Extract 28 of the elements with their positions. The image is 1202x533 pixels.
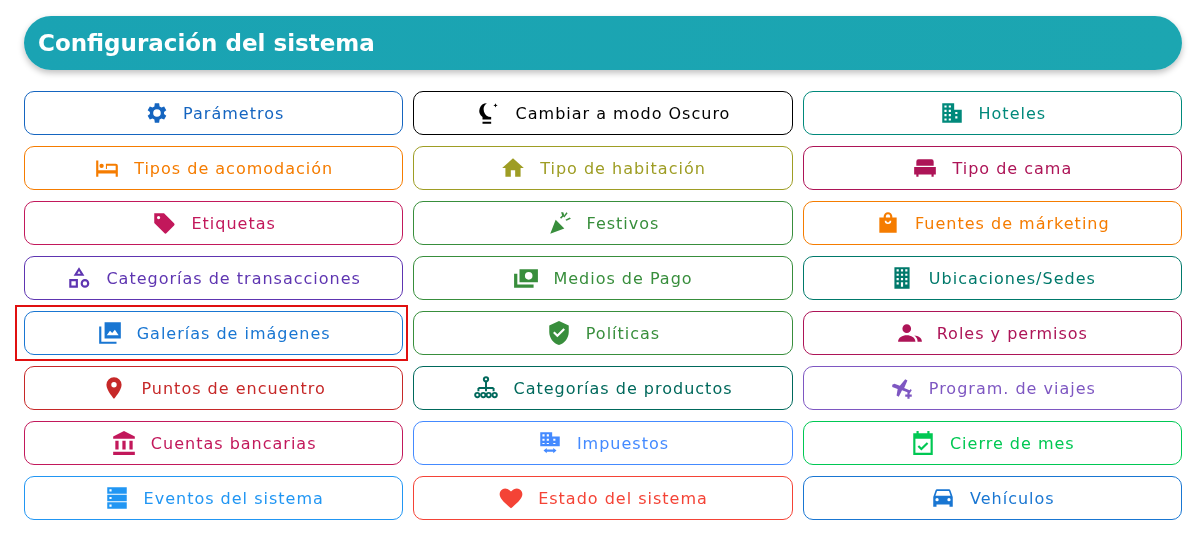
settings-button[interactable]: Hoteles bbox=[802, 91, 1182, 135]
settings-button[interactable]: Medios de Pago bbox=[413, 256, 793, 300]
settings-button[interactable]: Program. de viajes bbox=[802, 366, 1182, 410]
settings-button[interactable]: Impuestos bbox=[413, 421, 793, 465]
page-title: Configuración del sistema bbox=[38, 30, 375, 56]
settings-button[interactable]: Estado del sistema bbox=[413, 476, 793, 520]
settings-button[interactable]: Parámetros bbox=[24, 91, 404, 135]
hierarchy-icon bbox=[473, 375, 500, 401]
settings-button[interactable]: Categorías de productos bbox=[413, 366, 793, 410]
settings-button[interactable]: Ubicaciones/Sedes bbox=[802, 256, 1182, 300]
settings-button[interactable]: Tipos de acomodación bbox=[24, 146, 404, 190]
tag-icon bbox=[151, 210, 178, 236]
settings-button[interactable]: Roles y permisos bbox=[802, 311, 1182, 355]
photo-library-icon bbox=[96, 320, 123, 346]
settings-button[interactable]: Tipo de cama bbox=[802, 146, 1182, 190]
settings-button[interactable]: Vehículos bbox=[802, 476, 1182, 520]
settings-button[interactable]: Cambiar a modo Oscuro bbox=[413, 91, 793, 135]
settings-button[interactable]: Festivos bbox=[413, 201, 793, 245]
settings-button[interactable]: Cuentas bancarias bbox=[24, 421, 404, 465]
settings-button[interactable]: Etiquetas bbox=[24, 201, 404, 245]
bank-icon bbox=[110, 430, 137, 456]
settings-button[interactable]: Galerías de imágenes bbox=[24, 311, 404, 355]
settings-button[interactable]: Eventos del sistema bbox=[24, 476, 404, 520]
settings-button[interactable]: Categorías de transacciones bbox=[24, 256, 404, 300]
settings-button[interactable]: Tipo de habitación bbox=[413, 146, 793, 190]
settings-button[interactable]: Puntos de encuentro bbox=[24, 366, 404, 410]
settings-button[interactable]: Políticas bbox=[413, 311, 793, 355]
settings-button[interactable]: Fuentes de márketing bbox=[802, 201, 1182, 245]
